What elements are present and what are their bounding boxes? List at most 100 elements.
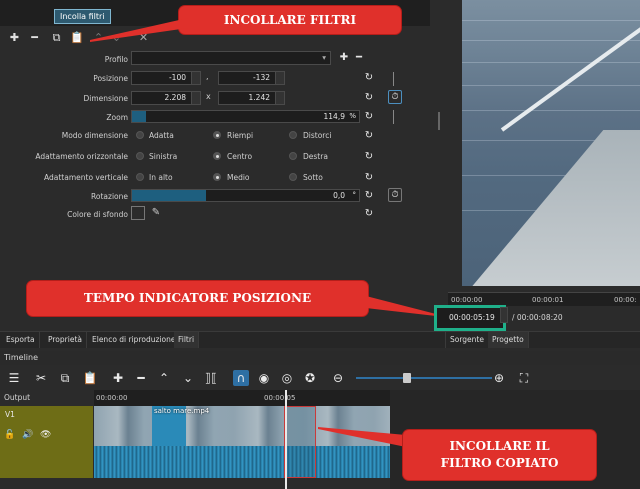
position-keyframe-line: [393, 72, 394, 86]
lock-icon[interactable]: 🔓: [4, 430, 15, 440]
properties-scrollbar[interactable]: [438, 112, 440, 130]
tab-filters[interactable]: Filtri: [174, 332, 200, 348]
app-window: Incolla filtri ✚ ━ ⧉ 📋 ⌃ ⌄ ✕ INCOLLARE F…: [0, 0, 640, 489]
size-mode-reset-icon[interactable]: ↻: [363, 130, 375, 142]
position-separator: ,: [206, 72, 209, 81]
rotation-label: Rotazione: [91, 192, 128, 201]
bg-color-swatch[interactable]: [131, 206, 145, 220]
paste-icon[interactable]: 📋: [82, 370, 98, 386]
preview-ruler: 00:00:00 00:00:01 00:00:: [448, 292, 640, 306]
profile-select[interactable]: ▾: [131, 51, 331, 65]
callout-arrow-bottom: [318, 427, 406, 447]
video-preview: [462, 0, 640, 286]
output-label: Output: [0, 390, 93, 406]
timecode-spinner[interactable]: [500, 307, 508, 323]
tab-properties[interactable]: Proprietà: [44, 332, 87, 348]
callout-time-indicator: TEMPO INDICATORE POSIZIONE: [27, 281, 368, 316]
h-fit-right-radio[interactable]: [289, 152, 297, 160]
ripple-icon[interactable]: ◎: [279, 370, 295, 386]
remove-filter-icon[interactable]: ━: [28, 31, 41, 44]
timeline-playhead[interactable]: [285, 390, 287, 489]
zoom-reset-icon[interactable]: ↻: [363, 111, 375, 123]
ruler-tick-1: 00:00:01: [532, 296, 564, 304]
size-width-field[interactable]: 2.208: [131, 91, 201, 105]
copy-icon[interactable]: ⧉: [57, 370, 73, 386]
tab-source[interactable]: Sorgente: [445, 332, 489, 348]
tab-export[interactable]: Esporta: [2, 332, 40, 348]
bg-color-label: Colore di sfondo: [67, 210, 128, 219]
tab-project[interactable]: Progetto: [488, 332, 529, 348]
copy-filter-icon[interactable]: ⧉: [50, 31, 63, 44]
split-icon[interactable]: ⟧⟦: [203, 370, 219, 386]
position-reset-icon[interactable]: ↻: [363, 72, 375, 84]
add-preset-icon[interactable]: ✚: [338, 52, 350, 64]
zoom-keyframe-line: [393, 110, 394, 124]
zoom-out-icon[interactable]: ⊖: [330, 370, 346, 386]
rotation-value: 0,0: [333, 191, 345, 200]
callout-arrow-middle: [366, 296, 436, 316]
track-head-v1: V1 🔓 🔊 👁: [0, 406, 93, 478]
scrub-eye-icon[interactable]: ◉: [256, 370, 272, 386]
clip-selection: [284, 406, 316, 478]
v-fit-bottom-radio[interactable]: [289, 173, 297, 181]
timeline-toolbar: ☰ ✂ ⧉ 📋 ✚ ━ ⌃ ⌄ ⟧⟦ ∩ ◉ ◎ ✪ ⊖ ⊕ ⛶: [0, 366, 640, 390]
h-fit-center-radio[interactable]: [213, 152, 221, 160]
position-x-field[interactable]: -100: [131, 71, 201, 85]
menu-icon[interactable]: ☰: [6, 370, 22, 386]
size-mode-distort-radio[interactable]: [289, 131, 297, 139]
position-timecode-highlight: 00:00:05:19: [434, 305, 506, 331]
mute-icon[interactable]: 🔊: [22, 430, 33, 440]
v-fit-middle-radio[interactable]: [213, 173, 221, 181]
timeline-zoom-track[interactable]: [356, 377, 492, 379]
h-fit-center-label: Centro: [227, 152, 253, 161]
size-mode-distort-label: Distorci: [303, 131, 332, 140]
size-height-field[interactable]: 1.242: [218, 91, 285, 105]
size-separator: x: [206, 92, 211, 101]
v-fit-bottom-label: Sotto: [303, 173, 323, 182]
size-mode-fill-label: Riempi: [227, 131, 254, 140]
size-reset-icon[interactable]: ↻: [363, 92, 375, 104]
timeline-ruler: 00:00:00 00:00:05: [94, 390, 390, 406]
v-fit-reset-icon[interactable]: ↻: [363, 172, 375, 184]
color-picker-icon[interactable]: ✎: [150, 207, 162, 219]
snap-magnet-icon[interactable]: ∩: [233, 370, 249, 386]
clip-name: salto mare.mp4: [154, 407, 210, 415]
visibility-icon[interactable]: 👁: [40, 430, 51, 440]
v-fit-label: Adattamento verticale: [44, 173, 128, 182]
rotation-keyframe-icon[interactable]: ⏱: [388, 188, 402, 202]
lift-icon[interactable]: ⌃: [156, 370, 172, 386]
ripple-all-icon[interactable]: ✪: [302, 370, 318, 386]
remove-icon[interactable]: ━: [133, 370, 149, 386]
append-icon[interactable]: ✚: [110, 370, 126, 386]
keyframe-toggle-icon[interactable]: ⏱: [388, 90, 402, 104]
v-fit-top-radio[interactable]: [136, 173, 144, 181]
timeline-zoom-handle[interactable]: [403, 373, 411, 383]
position-timecode[interactable]: 00:00:05:19: [449, 313, 495, 322]
zoom-slider[interactable]: 114,9 %: [131, 110, 360, 123]
tab-playlist[interactable]: Elenco di riproduzione: [88, 332, 181, 348]
size-mode-label: Modo dimensione: [61, 131, 128, 140]
cut-icon[interactable]: ✂: [33, 370, 49, 386]
size-label: Dimensione: [83, 94, 128, 103]
overwrite-icon[interactable]: ⌄: [180, 370, 196, 386]
callout-bottom-line2: FILTRO COPIATO: [440, 456, 559, 470]
h-fit-left-label: Sinistra: [149, 152, 178, 161]
position-y-field[interactable]: -132: [218, 71, 285, 85]
add-filter-icon[interactable]: ✚: [8, 31, 21, 44]
callout-bottom-line1: INCOLLARE IL: [449, 439, 550, 453]
h-fit-left-radio[interactable]: [136, 152, 144, 160]
h-fit-reset-icon[interactable]: ↻: [363, 151, 375, 163]
callout-paste-filters: INCOLLARE FILTRI: [179, 6, 401, 34]
paste-filter-icon[interactable]: 📋: [70, 31, 84, 44]
remove-preset-icon[interactable]: ━: [353, 52, 365, 64]
size-mode-fit-radio[interactable]: [136, 131, 144, 139]
bg-color-reset-icon[interactable]: ↻: [363, 208, 375, 220]
timeline-title: Timeline: [0, 351, 640, 365]
callout-arrow-top: [90, 18, 188, 42]
rotation-reset-icon[interactable]: ↻: [363, 190, 375, 202]
zoom-in-icon[interactable]: ⊕: [491, 370, 507, 386]
zoom-label: Zoom: [106, 113, 128, 122]
rotation-slider[interactable]: 0,0 °: [131, 189, 360, 202]
size-mode-fill-radio[interactable]: [213, 131, 221, 139]
zoom-fit-icon[interactable]: ⛶: [516, 370, 532, 386]
